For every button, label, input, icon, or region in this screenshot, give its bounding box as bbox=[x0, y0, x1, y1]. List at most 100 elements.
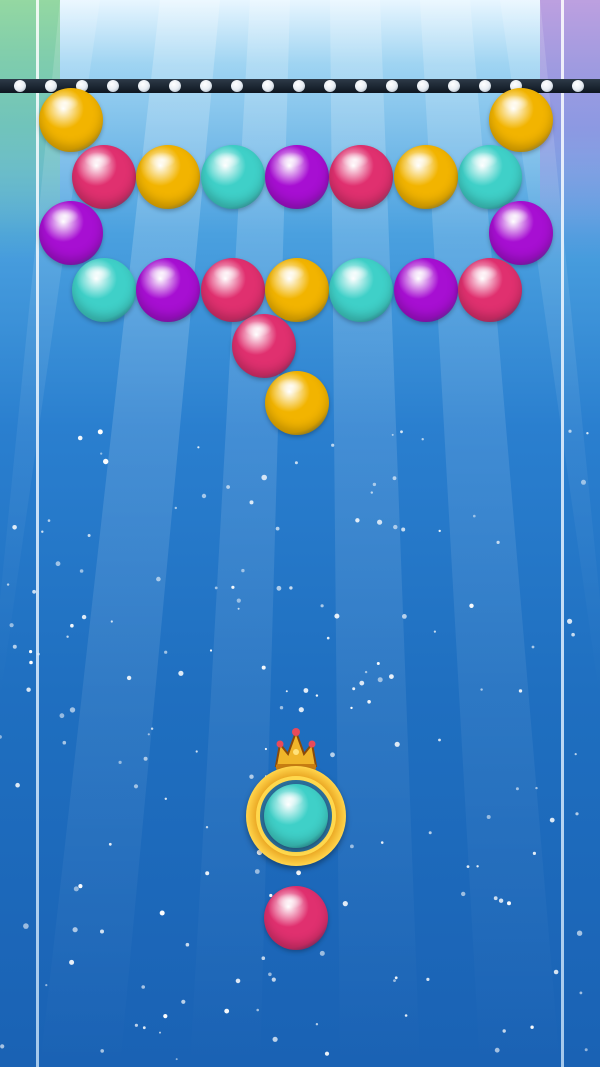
sparkle bbox=[531, 645, 535, 649]
sparkle bbox=[118, 760, 122, 765]
sparkle bbox=[45, 984, 48, 987]
sparkle bbox=[372, 482, 377, 487]
sparkle bbox=[392, 476, 397, 481]
sparkle bbox=[195, 750, 198, 753]
sparkle bbox=[391, 433, 394, 436]
next-bubble[interactable] bbox=[264, 886, 328, 950]
sparkle bbox=[254, 869, 260, 874]
sparkle bbox=[576, 930, 583, 936]
ceiling-stud bbox=[200, 80, 212, 92]
bubble-purple bbox=[489, 201, 554, 265]
sparkle bbox=[394, 741, 400, 747]
ceiling-stud bbox=[262, 80, 274, 92]
bubble-yellow bbox=[264, 257, 329, 322]
sparkle bbox=[364, 670, 368, 674]
sparkle bbox=[377, 677, 383, 683]
sparkle bbox=[324, 1051, 330, 1056]
bubble-purple bbox=[393, 257, 458, 322]
sparkle bbox=[401, 527, 406, 532]
sparkle bbox=[404, 1014, 408, 1017]
sparkle bbox=[214, 586, 218, 590]
sparkle bbox=[62, 740, 67, 745]
sparkle bbox=[100, 929, 104, 934]
sparkle bbox=[66, 635, 69, 638]
sparkle bbox=[461, 891, 466, 897]
sparkle bbox=[377, 519, 383, 525]
sparkle bbox=[476, 865, 479, 868]
sparkle bbox=[480, 688, 483, 691]
sparkle bbox=[370, 491, 373, 494]
ceiling-stud bbox=[138, 80, 150, 92]
sparkle bbox=[469, 603, 474, 608]
ceiling-stud bbox=[572, 80, 584, 92]
ceiling-stud bbox=[386, 80, 398, 92]
sparkle bbox=[275, 526, 280, 531]
sparkle bbox=[205, 826, 209, 829]
sparkle bbox=[69, 959, 75, 965]
ceiling-stud bbox=[293, 80, 305, 92]
sparkle bbox=[261, 665, 266, 670]
bubble-cyan bbox=[457, 144, 522, 209]
bubble-cyan bbox=[72, 257, 136, 322]
sparkle bbox=[59, 713, 65, 719]
sparkle bbox=[261, 474, 268, 481]
bubble-purple bbox=[264, 144, 329, 209]
sparkle bbox=[0, 1044, 5, 1049]
sparkle bbox=[515, 787, 519, 791]
sparkle bbox=[72, 927, 78, 933]
sparkle bbox=[330, 752, 335, 758]
sparkle bbox=[231, 585, 235, 589]
sparkle bbox=[428, 831, 432, 835]
sparkle bbox=[174, 506, 177, 510]
sparkle bbox=[126, 675, 132, 681]
sparkle bbox=[553, 969, 559, 975]
bubble-yellow bbox=[489, 88, 554, 152]
ceiling-stud bbox=[324, 80, 336, 92]
ceiling-stud bbox=[107, 80, 119, 92]
bubble-purple bbox=[39, 201, 103, 265]
ceiling-stud bbox=[355, 80, 367, 92]
sparkle bbox=[249, 774, 254, 779]
crown-icon bbox=[274, 728, 318, 770]
bubble-pink bbox=[231, 314, 296, 378]
sparkle bbox=[355, 518, 360, 523]
sparkle bbox=[549, 817, 555, 823]
sparkle bbox=[156, 576, 161, 582]
sparkle bbox=[279, 706, 284, 710]
sparkle bbox=[159, 910, 165, 916]
ceiling-stud bbox=[45, 80, 57, 92]
sparkle bbox=[376, 662, 380, 665]
sparkle bbox=[237, 607, 240, 610]
current-bubble[interactable] bbox=[264, 784, 328, 848]
bubble-cyan bbox=[329, 257, 394, 322]
sparkle bbox=[69, 707, 76, 713]
bubble-purple bbox=[136, 257, 201, 322]
bubble-pink bbox=[72, 144, 136, 209]
ceiling-stud bbox=[14, 80, 26, 92]
sparkle bbox=[108, 842, 112, 846]
sparkle bbox=[0, 735, 2, 739]
sparkle bbox=[226, 485, 231, 489]
sparkle bbox=[241, 568, 245, 573]
sparkle bbox=[334, 613, 340, 619]
sparkle bbox=[209, 649, 213, 652]
sparkle bbox=[41, 530, 44, 533]
sparkle bbox=[535, 786, 538, 790]
sparkle bbox=[29, 650, 33, 654]
sparkle bbox=[438, 738, 441, 742]
sparkle bbox=[47, 519, 51, 522]
sparkle bbox=[205, 871, 210, 876]
left-wall bbox=[36, 0, 39, 1067]
sparkle bbox=[15, 782, 20, 788]
sparkle bbox=[298, 707, 304, 713]
sparkle bbox=[181, 999, 186, 1004]
sparkle bbox=[235, 978, 241, 984]
game-stage[interactable] bbox=[0, 0, 600, 1067]
sparkle bbox=[9, 623, 14, 628]
sparkle bbox=[272, 1036, 278, 1042]
sparkle bbox=[268, 972, 272, 977]
sparkle bbox=[568, 429, 572, 433]
sparkle bbox=[81, 614, 87, 620]
sparkle bbox=[294, 461, 298, 465]
sparkle bbox=[134, 1023, 138, 1027]
